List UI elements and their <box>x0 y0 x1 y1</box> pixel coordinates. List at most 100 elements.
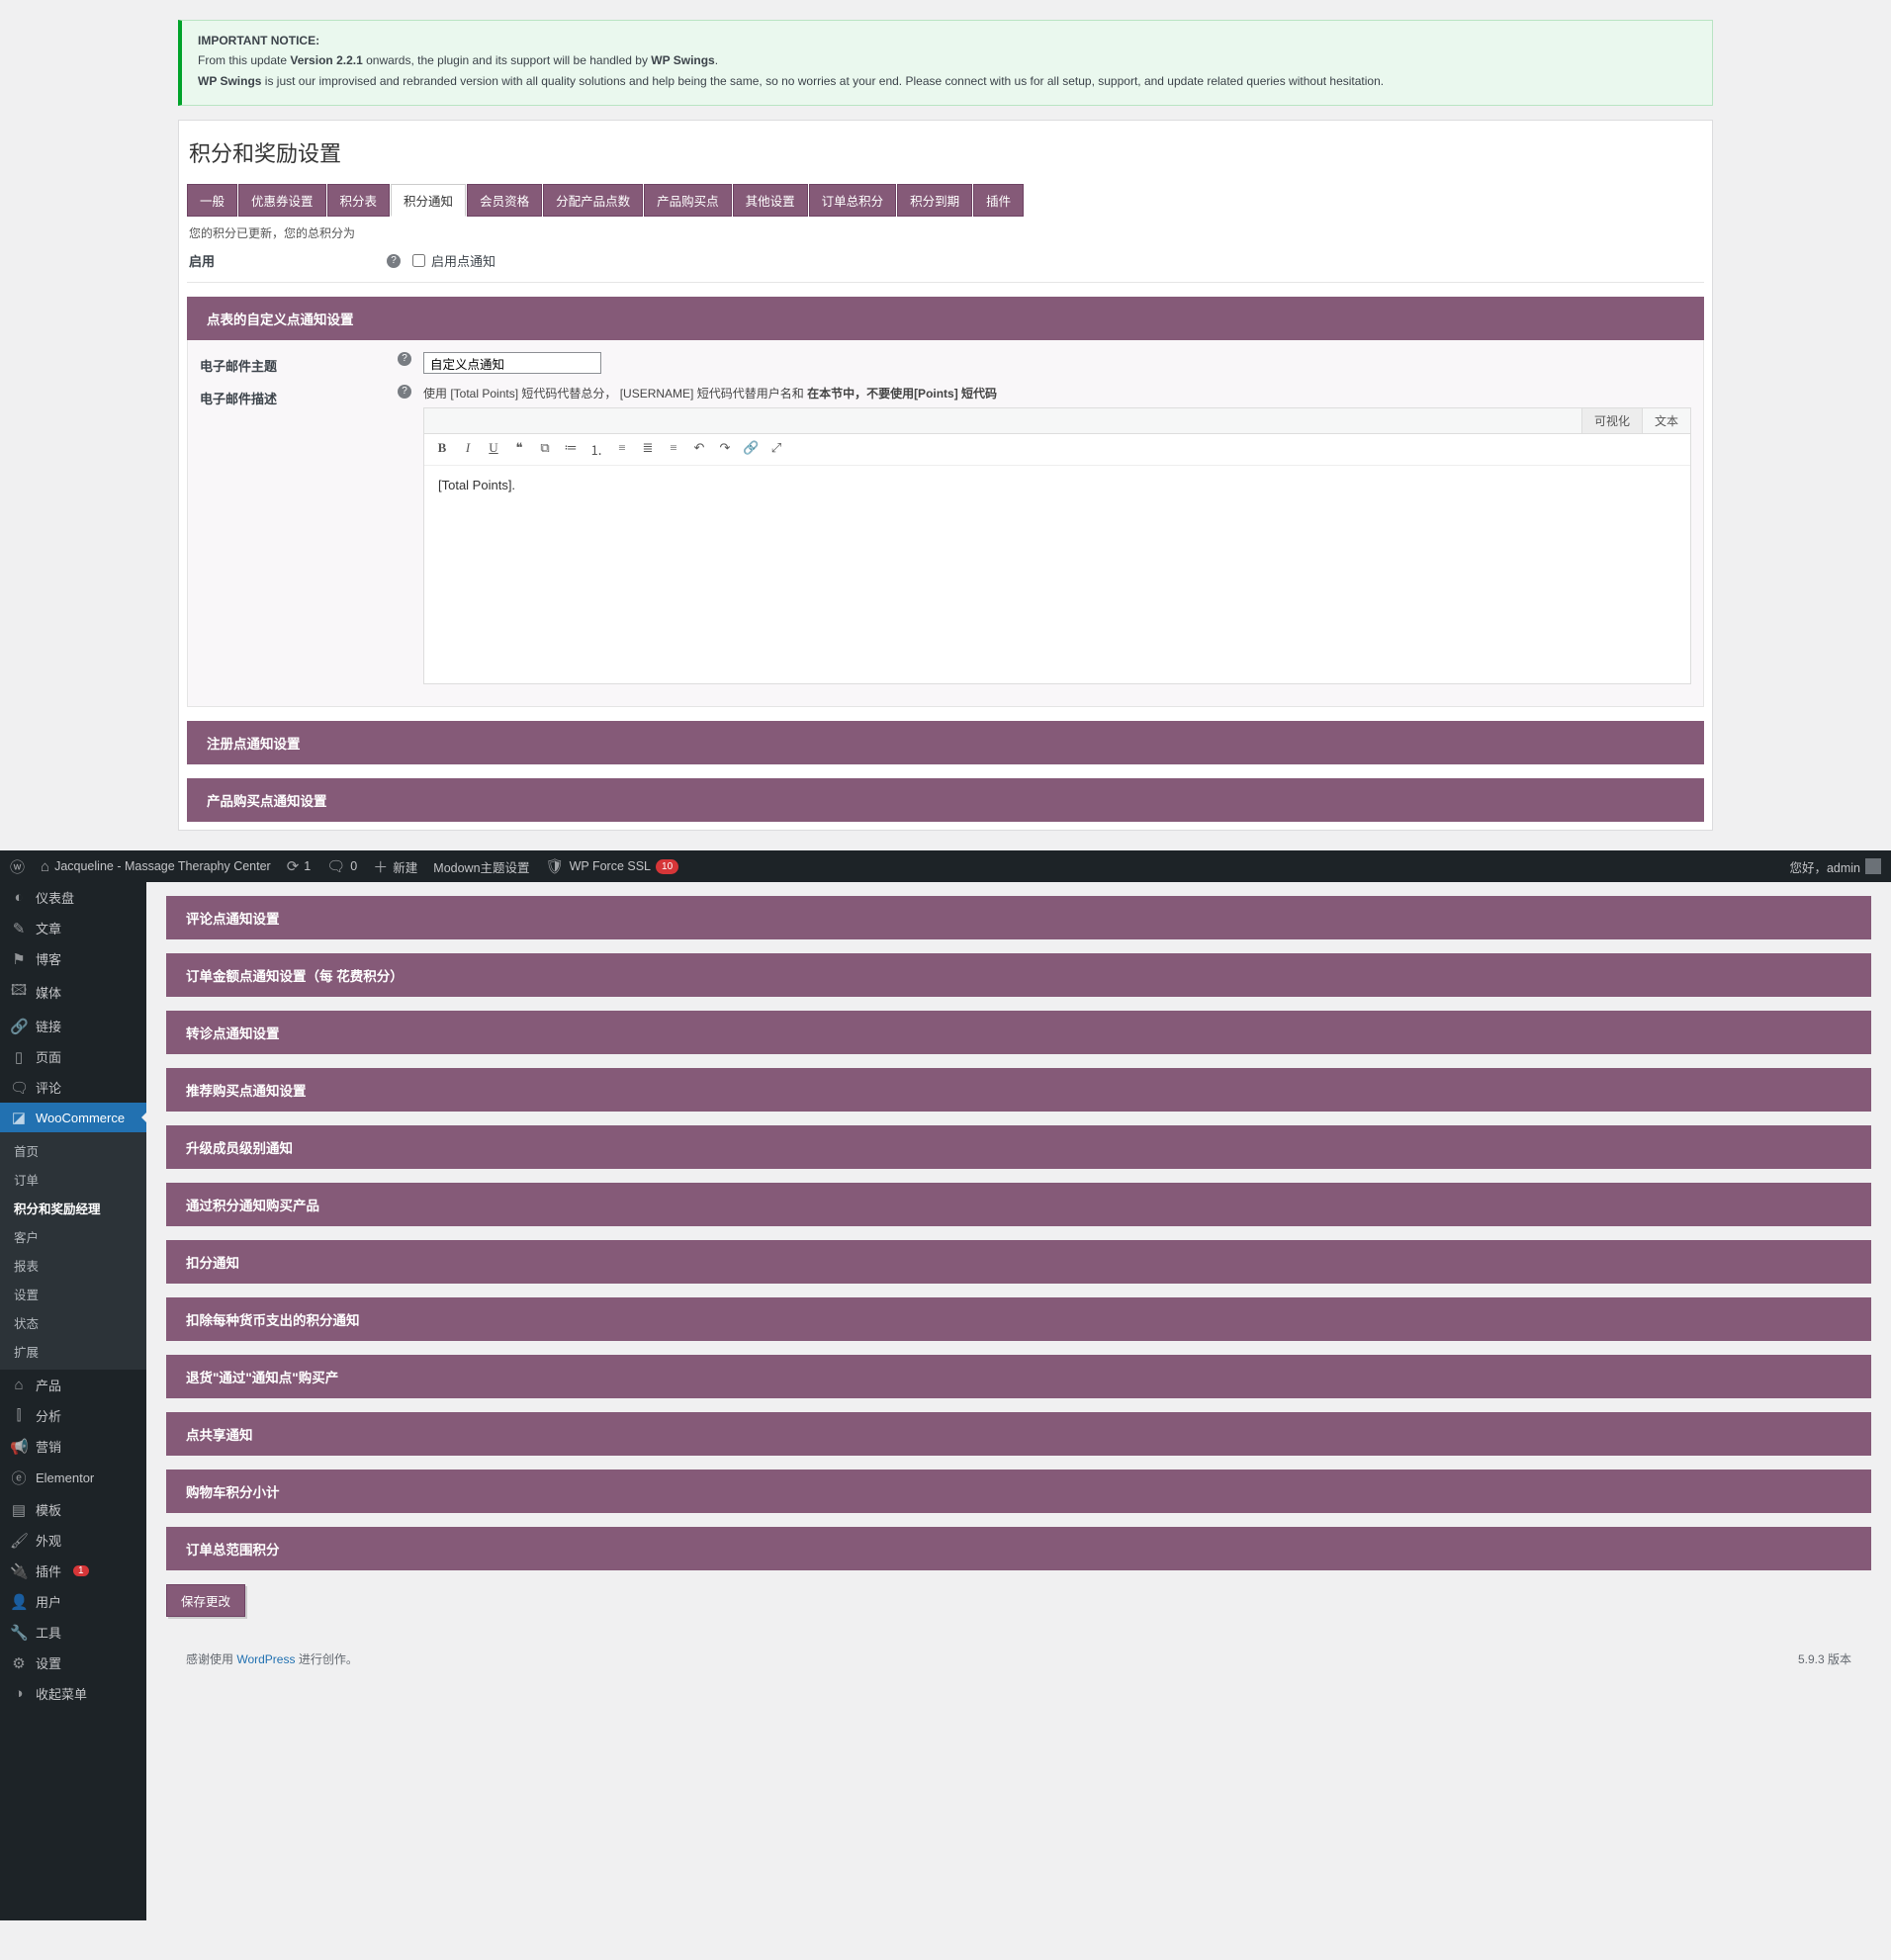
new-link[interactable]: ＋新建 <box>373 856 417 877</box>
updated-message: 您的积分已更新，您的总积分为 <box>187 219 1704 247</box>
redo-icon[interactable]: ↷ <box>717 440 733 459</box>
submenu-item[interactable]: 订单 <box>0 1165 146 1194</box>
bold-icon[interactable]: B <box>434 440 450 459</box>
menu-item[interactable]: ⚑博客 <box>0 943 146 974</box>
menu-icon: ⓔ <box>10 1468 28 1488</box>
section-head[interactable]: 退货"通过"通知点"购买产 <box>166 1355 1871 1398</box>
tab-8[interactable]: 订单总积分 <box>809 184 897 217</box>
menu-item[interactable]: 🖾媒体 <box>0 974 146 1011</box>
comments-link[interactable]: 🗨0 <box>326 857 357 875</box>
tab-1[interactable]: 优惠券设置 <box>238 184 326 217</box>
notice-line-2: WP Swings is just our improvised and reb… <box>198 71 1696 91</box>
section-head[interactable]: 点共享通知 <box>166 1412 1871 1456</box>
account-link[interactable]: 您好，admin <box>1789 857 1881 876</box>
section-head[interactable]: 购物车积分小计 <box>166 1470 1871 1513</box>
comment-icon: 🗨 <box>326 857 345 875</box>
menu-item[interactable]: ⫿分析 <box>0 1400 146 1431</box>
modown-link[interactable]: Modown主题设置 <box>433 857 529 876</box>
editor-body[interactable]: [Total Points]. <box>424 466 1690 683</box>
align-right-icon[interactable]: ≡ <box>666 440 681 459</box>
menu-item[interactable]: 🔗链接 <box>0 1011 146 1041</box>
quote-icon[interactable]: ❝ <box>511 440 527 459</box>
admin-sidebar: ◐仪表盘✎文章⚑博客🖾媒体🔗链接▯页面🗨评论 ◪ WooCommerce 首页订… <box>0 882 146 1920</box>
menu-item[interactable]: ◑收起菜单 <box>0 1678 146 1709</box>
tab-9[interactable]: 积分到期 <box>897 184 972 217</box>
help-icon[interactable]: ? <box>398 385 411 399</box>
wp-logo[interactable]: ⓦ <box>10 856 25 877</box>
menu-icon: 🔗 <box>10 1018 28 1035</box>
count-badge: 1 <box>73 1565 89 1576</box>
menu-item[interactable]: 🖌外观 <box>0 1525 146 1556</box>
menu-item[interactable]: 📢营销 <box>0 1431 146 1462</box>
tab-6[interactable]: 产品购买点 <box>644 184 732 217</box>
menu-woocommerce[interactable]: ◪ WooCommerce <box>0 1103 146 1132</box>
menu-item[interactable]: ✎文章 <box>0 913 146 943</box>
menu-item[interactable]: 👤用户 <box>0 1586 146 1617</box>
notice-heading: IMPORTANT NOTICE: <box>198 34 319 47</box>
tab-4[interactable]: 会员资格 <box>467 184 542 217</box>
underline-icon[interactable]: U <box>486 440 501 459</box>
menu-item[interactable]: ⌂产品 <box>0 1370 146 1400</box>
menu-icon: 🖾 <box>10 980 28 1005</box>
submenu-item[interactable]: 扩展 <box>0 1337 146 1366</box>
insert-link-icon[interactable]: 🔗 <box>743 440 759 459</box>
menu-item[interactable]: 🗨评论 <box>0 1072 146 1103</box>
italic-icon[interactable]: I <box>460 440 476 459</box>
submenu-item[interactable]: 报表 <box>0 1251 146 1280</box>
wp-link[interactable]: WordPress <box>236 1652 295 1666</box>
submenu-item[interactable]: 积分和奖励经理 <box>0 1194 146 1222</box>
section-head-open[interactable]: 点表的自定义点通知设置 <box>187 297 1704 340</box>
menu-item[interactable]: ◐仪表盘 <box>0 882 146 913</box>
section-head[interactable]: 产品购买点通知设置 <box>187 778 1704 822</box>
wpforce-link[interactable]: 🛡WP Force SSL10 <box>546 857 679 875</box>
undo-icon[interactable]: ↶ <box>691 440 707 459</box>
section-head[interactable]: 订单金额点通知设置（每 花费积分） <box>166 953 1871 997</box>
tab-0[interactable]: 一般 <box>187 184 237 217</box>
tab-5[interactable]: 分配产品点数 <box>543 184 643 217</box>
section-head[interactable]: 评论点通知设置 <box>166 896 1871 939</box>
align-left-icon[interactable]: ≡ <box>614 440 630 459</box>
section-head[interactable]: 升级成员级别通知 <box>166 1125 1871 1169</box>
save-button[interactable]: 保存更改 <box>166 1584 245 1617</box>
editor-tab-text[interactable]: 文本 <box>1642 408 1690 433</box>
submenu-item[interactable]: 状态 <box>0 1308 146 1337</box>
menu-icon: ▤ <box>10 1501 28 1519</box>
admin-content: 评论点通知设置订单金额点通知设置（每 花费积分） 转诊点通知设置推荐购买点通知设置… <box>146 882 1891 1920</box>
submenu-item[interactable]: 设置 <box>0 1280 146 1308</box>
woocommerce-icon: ◪ <box>10 1109 28 1126</box>
help-icon[interactable]: ? <box>387 254 401 268</box>
link-icon[interactable]: ⧉ <box>537 440 553 459</box>
align-center-icon[interactable]: ≣ <box>640 440 656 459</box>
section-head[interactable]: 订单总范围积分 <box>166 1527 1871 1570</box>
section-head[interactable]: 注册点通知设置 <box>187 721 1704 764</box>
submenu-item[interactable]: 客户 <box>0 1222 146 1251</box>
section-head[interactable]: 扣除每种货币支出的积分通知 <box>166 1297 1871 1341</box>
submenu-item[interactable]: 首页 <box>0 1136 146 1165</box>
bullet-list-icon[interactable]: ≔ <box>563 440 579 459</box>
section-head[interactable]: 扣分通知 <box>166 1240 1871 1284</box>
tab-10[interactable]: 插件 <box>973 184 1024 217</box>
avatar-icon <box>1865 858 1881 874</box>
menu-item[interactable]: ▯页面 <box>0 1041 146 1072</box>
menu-item[interactable]: ▤模板 <box>0 1494 146 1525</box>
fullscreen-icon[interactable]: ⤢ <box>768 440 784 459</box>
menu-item[interactable]: ⓔElementor <box>0 1462 146 1494</box>
enable-checkbox-label: 启用点通知 <box>431 251 495 270</box>
site-link[interactable]: ⌂Jacqueline - Massage Theraphy Center <box>41 858 271 875</box>
updates-link[interactable]: ⟳1 <box>287 857 312 875</box>
menu-item[interactable]: ⚙设置 <box>0 1648 146 1678</box>
section-head[interactable]: 转诊点通知设置 <box>166 1011 1871 1054</box>
tab-3[interactable]: 积分通知 <box>391 184 466 217</box>
menu-item[interactable]: 🔧工具 <box>0 1617 146 1648</box>
tab-7[interactable]: 其他设置 <box>733 184 808 217</box>
tab-2[interactable]: 积分表 <box>327 184 391 217</box>
editor-tab-visual[interactable]: 可视化 <box>1581 408 1642 433</box>
section-head[interactable]: 通过积分通知购买产品 <box>166 1183 1871 1226</box>
enable-checkbox[interactable] <box>412 254 425 267</box>
number-list-icon[interactable]: ⒈ <box>588 440 604 459</box>
menu-item[interactable]: 🔌插件1 <box>0 1556 146 1586</box>
subject-input[interactable] <box>423 352 601 374</box>
section-head[interactable]: 推荐购买点通知设置 <box>166 1068 1871 1112</box>
menu-icon: ⚑ <box>10 950 28 968</box>
help-icon[interactable]: ? <box>398 352 411 366</box>
